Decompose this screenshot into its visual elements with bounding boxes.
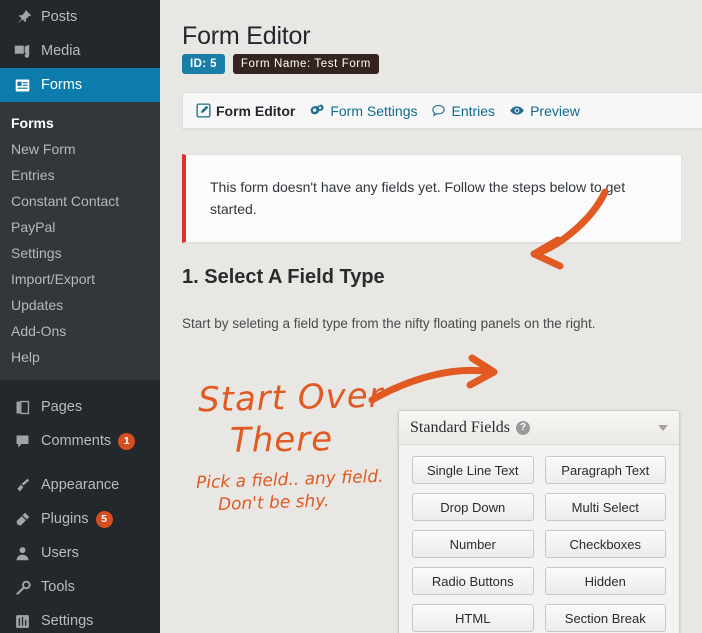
page-title: Form Editor — [182, 22, 311, 50]
sidebar-item-forms[interactable]: Forms — [0, 68, 160, 102]
comments-count-badge: 1 — [118, 432, 136, 450]
main-content: Form Editor ID: 5 Form Name: Test Form F… — [160, 0, 702, 633]
sidebar-divider-1 — [0, 380, 160, 390]
forms-submenu: Forms New Form Entries Constant Contact … — [0, 102, 160, 380]
tab-label: Form Editor — [216, 102, 296, 119]
sidebar-item-media[interactable]: Media — [0, 34, 160, 68]
sidebar-item-plugins[interactable]: Plugins 5 — [0, 502, 160, 536]
tab-label: Entries — [451, 102, 496, 119]
sidebar-item-settings[interactable]: Settings — [0, 604, 160, 633]
admin-sidebar: Posts Media Forms Forms New Form Entries… — [0, 0, 160, 633]
annotation-line-4: Don't be shy. — [217, 491, 330, 515]
empty-form-notice: This form doesn't have any fields yet. F… — [182, 154, 682, 244]
sidebar-item-label: Appearance — [41, 477, 120, 493]
field-button-hidden[interactable]: Hidden — [544, 567, 666, 595]
submenu-item-new-form[interactable]: New Form — [0, 136, 160, 162]
sliders-icon — [11, 611, 33, 631]
sidebar-item-posts[interactable]: Posts — [0, 0, 160, 34]
annotation-line-2: There — [229, 419, 334, 461]
sidebar-item-label: Users — [41, 545, 79, 561]
brush-icon — [11, 475, 33, 495]
gears-icon — [309, 103, 325, 118]
tab-entries[interactable]: Entries — [431, 103, 495, 119]
step-description: Start by seleting a field type from the … — [182, 316, 596, 331]
plug-icon — [11, 509, 33, 529]
plugins-count-badge: 5 — [95, 510, 113, 528]
annotation-line-3: Pick a field.. any field. — [195, 466, 384, 494]
submenu-item-paypal[interactable]: PayPal — [0, 214, 160, 240]
comments-icon — [11, 431, 33, 451]
chevron-down-icon[interactable] — [658, 424, 668, 431]
tab-form-editor[interactable]: Form Editor — [196, 103, 295, 119]
arrow-to-fields-panel-icon — [368, 354, 498, 404]
tab-label: Preview — [530, 102, 580, 119]
field-button-multi-select[interactable]: Multi Select — [544, 493, 666, 521]
sidebar-item-label: Media — [41, 43, 81, 59]
form-name-badge: Form Name: Test Form — [232, 54, 379, 74]
tab-form-settings[interactable]: Form Settings — [309, 103, 417, 119]
field-button-number[interactable]: Number — [412, 530, 534, 558]
sidebar-item-label: Posts — [41, 9, 78, 25]
pencil-square-icon — [196, 103, 211, 118]
form-meta-badges: ID: 5 Form Name: Test Form — [182, 54, 379, 74]
field-button-paragraph-text[interactable]: Paragraph Text — [544, 456, 666, 484]
sidebar-item-label: Pages — [41, 399, 83, 415]
sidebar-item-appearance[interactable]: Appearance — [0, 468, 160, 502]
submenu-item-import-export[interactable]: Import/Export — [0, 266, 160, 292]
sidebar-divider-2 — [0, 458, 160, 468]
field-button-section-break[interactable]: Section Break — [544, 604, 666, 632]
sidebar-item-users[interactable]: Users — [0, 536, 160, 570]
sidebar-item-label: Comments — [41, 433, 112, 449]
wrench-icon — [11, 577, 33, 597]
tab-preview[interactable]: Preview — [509, 103, 580, 119]
submenu-item-forms[interactable]: Forms — [0, 110, 160, 136]
tab-label: Form Settings — [330, 102, 418, 119]
sidebar-item-tools[interactable]: Tools — [0, 570, 160, 604]
form-id-badge: ID: 5 — [182, 54, 225, 74]
form-tab-bar: Form Editor Form Settings Entries Previe… — [182, 92, 702, 129]
field-button-checkboxes[interactable]: Checkboxes — [544, 530, 666, 558]
media-icon — [11, 41, 33, 61]
sidebar-item-label: Plugins — [41, 511, 89, 527]
submenu-item-updates[interactable]: Updates — [0, 292, 160, 318]
speech-bubble-icon — [431, 103, 446, 118]
sidebar-item-comments[interactable]: Comments 1 — [0, 424, 160, 458]
sidebar-item-label: Settings — [41, 613, 94, 629]
sidebar-item-label: Forms — [41, 77, 83, 93]
pages-icon — [11, 397, 33, 417]
field-button-html[interactable]: HTML — [412, 604, 534, 632]
submenu-item-entries[interactable]: Entries — [0, 162, 160, 188]
submenu-item-constant-contact[interactable]: Constant Contact — [0, 188, 160, 214]
help-icon[interactable]: ? — [516, 420, 530, 435]
field-button-drop-down[interactable]: Drop Down — [412, 493, 534, 521]
annotation-line-1: Start Over — [197, 375, 385, 421]
wordpress-admin-screen: Posts Media Forms Forms New Form Entries… — [0, 0, 702, 633]
notice-text: This form doesn't have any fields yet. F… — [210, 179, 626, 217]
step-heading: 1. Select A Field Type — [182, 266, 385, 288]
forms-icon — [11, 75, 33, 95]
user-icon — [11, 543, 33, 563]
sidebar-item-pages[interactable]: Pages — [0, 390, 160, 424]
field-button-single-line-text[interactable]: Single Line Text — [412, 456, 534, 484]
standard-fields-button-grid: Single Line Text Paragraph Text Drop Dow… — [399, 445, 679, 633]
field-button-radio-buttons[interactable]: Radio Buttons — [412, 567, 534, 595]
standard-fields-panel-header[interactable]: Standard Fields ? — [399, 411, 679, 445]
submenu-item-settings[interactable]: Settings — [0, 240, 160, 266]
standard-fields-panel: Standard Fields ? Single Line Text Parag… — [398, 410, 680, 633]
pin-icon — [11, 7, 33, 27]
sidebar-item-label: Tools — [41, 579, 75, 595]
submenu-item-help[interactable]: Help — [0, 344, 160, 370]
submenu-item-add-ons[interactable]: Add-Ons — [0, 318, 160, 344]
panel-title: Standard Fields — [410, 418, 510, 436]
eye-icon — [509, 103, 525, 118]
